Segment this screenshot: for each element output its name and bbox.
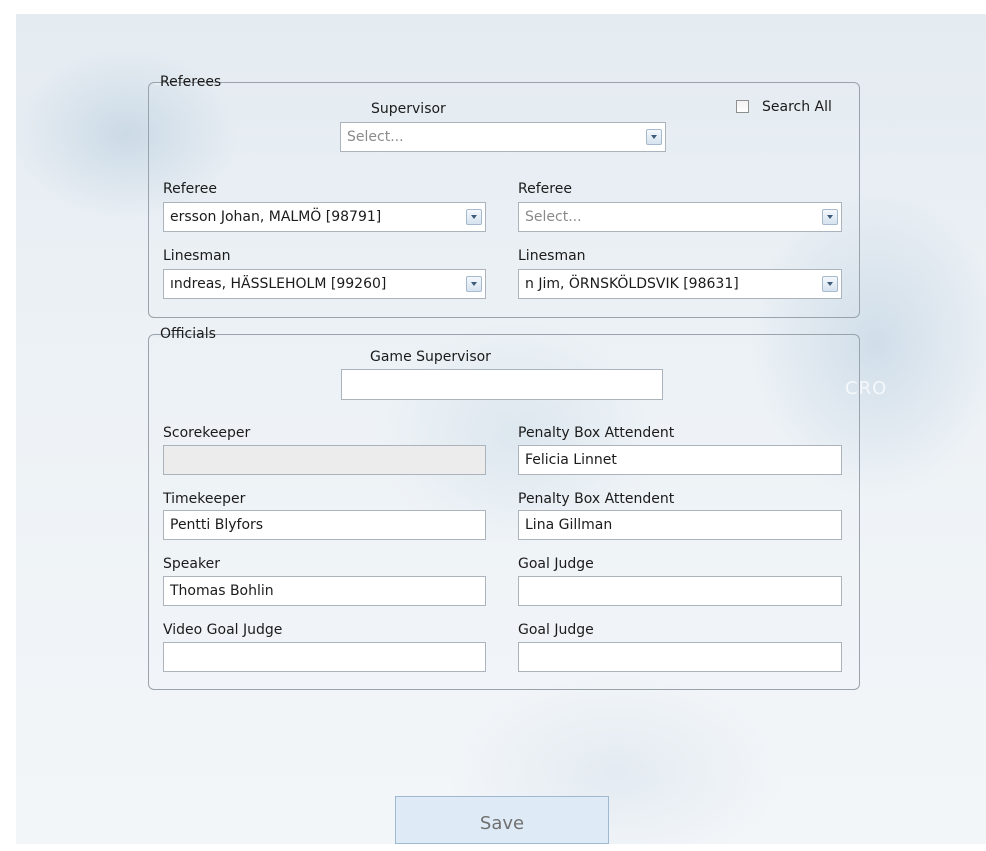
scorekeeper-label: Scorekeeper [163, 425, 251, 441]
supervisor-dropdown[interactable]: Select... [340, 122, 666, 152]
penalty-box-attendent-1-label: Penalty Box Attendent [518, 425, 675, 441]
officials-legend: Officials [160, 326, 216, 342]
linesman-2-label: Linesman [518, 248, 586, 264]
speaker-label: Speaker [163, 556, 220, 572]
goal-judge-1-field[interactable] [518, 576, 842, 606]
penalty-box-attendent-1-field[interactable]: Felicia Linnet [518, 445, 842, 475]
supervisor-label: Supervisor [371, 101, 446, 117]
goal-judge-1-label: Goal Judge [518, 556, 594, 572]
referees-legend: Referees [160, 74, 222, 90]
chevron-down-icon[interactable] [466, 276, 482, 292]
speaker-field[interactable]: Thomas Bohlin [163, 576, 486, 606]
chevron-down-icon[interactable] [822, 276, 838, 292]
referee-2-value: Select... [525, 209, 582, 225]
chevron-down-icon[interactable] [466, 209, 482, 225]
chevron-down-icon[interactable] [646, 129, 662, 145]
penalty-box-attendent-2-field[interactable]: Lina Gillman [518, 510, 842, 540]
supervisor-value: Select... [347, 129, 404, 145]
game-supervisor-field[interactable] [341, 369, 663, 400]
search-all-label[interactable]: Search All [762, 99, 832, 115]
referee-1-dropdown[interactable]: ersson Johan, MALMÖ [98791] [163, 202, 486, 232]
scorekeeper-field[interactable] [163, 445, 486, 475]
penalty-box-attendent-2-label: Penalty Box Attendent [518, 491, 675, 507]
chevron-down-icon[interactable] [822, 209, 838, 225]
goal-judge-2-field[interactable] [518, 642, 842, 672]
linesman-1-dropdown[interactable]: ındreas, HÄSSLEHOLM [99260] [163, 269, 486, 299]
video-goal-judge-label: Video Goal Judge [163, 622, 283, 638]
referee-1-value: ersson Johan, MALMÖ [98791] [170, 209, 382, 225]
timekeeper-label: Timekeeper [163, 491, 246, 507]
goal-judge-2-label: Goal Judge [518, 622, 594, 638]
referee-1-label: Referee [163, 181, 217, 197]
timekeeper-field[interactable]: Pentti Blyfors [163, 510, 486, 540]
referee-2-dropdown[interactable]: Select... [518, 202, 842, 232]
save-button[interactable]: Save [395, 796, 609, 844]
referee-2-label: Referee [518, 181, 572, 197]
video-goal-judge-field[interactable] [163, 642, 486, 672]
linesman-2-dropdown[interactable]: n Jim, ÖRNSKÖLDSVIK [98631] [518, 269, 842, 299]
search-all-checkbox[interactable] [736, 100, 749, 113]
linesman-1-label: Linesman [163, 248, 231, 264]
linesman-2-value: n Jim, ÖRNSKÖLDSVIK [98631] [525, 276, 739, 292]
game-supervisor-label: Game Supervisor [370, 349, 491, 365]
linesman-1-value: ındreas, HÄSSLEHOLM [99260] [170, 276, 387, 292]
